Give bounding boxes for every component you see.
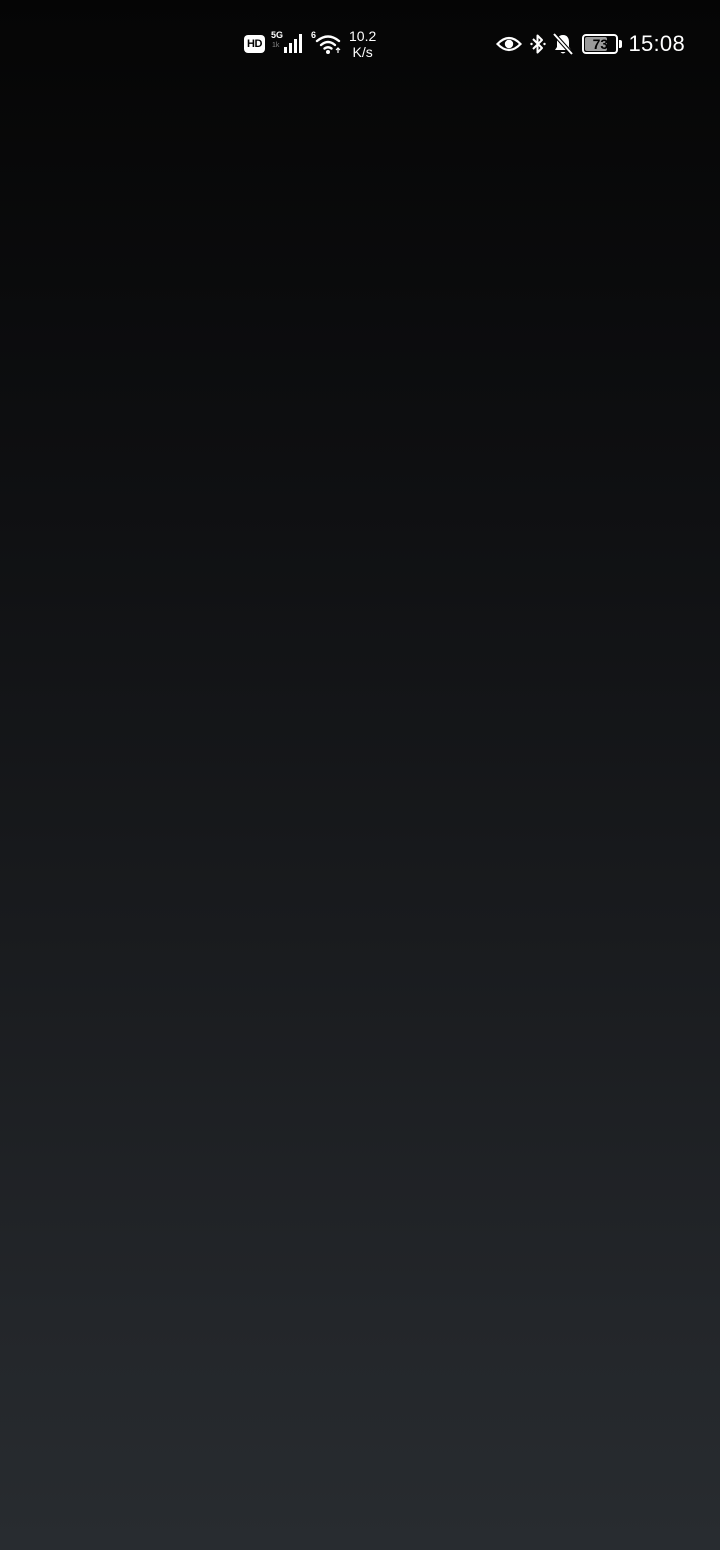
battery-percent: 73	[592, 36, 609, 52]
bluetooth-icon	[530, 32, 547, 56]
network-speed-value: 10.2	[349, 28, 377, 44]
battery-icon: 73	[582, 34, 619, 54]
cellular-sub-label: 1k	[272, 42, 280, 49]
status-bar-left: HD 5G 1k 6 10.2 K/s	[244, 28, 376, 60]
status-bar-right: 73 15:08	[496, 28, 685, 60]
battery-cap	[619, 40, 623, 48]
network-speed-unit: K/s	[352, 44, 373, 60]
eye-comfort-icon	[496, 34, 523, 54]
network-speed: 10.2 K/s	[349, 28, 376, 60]
wifi-icon: 6	[311, 30, 343, 56]
cellular-signal-icon: 5G 1k	[271, 30, 305, 56]
cellular-type-label: 5G	[271, 30, 284, 40]
hd-voice-badge: HD	[244, 35, 265, 53]
blank-screen-content	[0, 86, 720, 1550]
signal-bars-icon	[284, 34, 302, 53]
bell-muted-icon	[552, 32, 574, 56]
wifi-waves-icon	[315, 35, 341, 54]
clock: 15:08	[628, 31, 685, 56]
status-bar: HD 5G 1k 6 10.2 K/s 73 15:08	[0, 0, 720, 86]
